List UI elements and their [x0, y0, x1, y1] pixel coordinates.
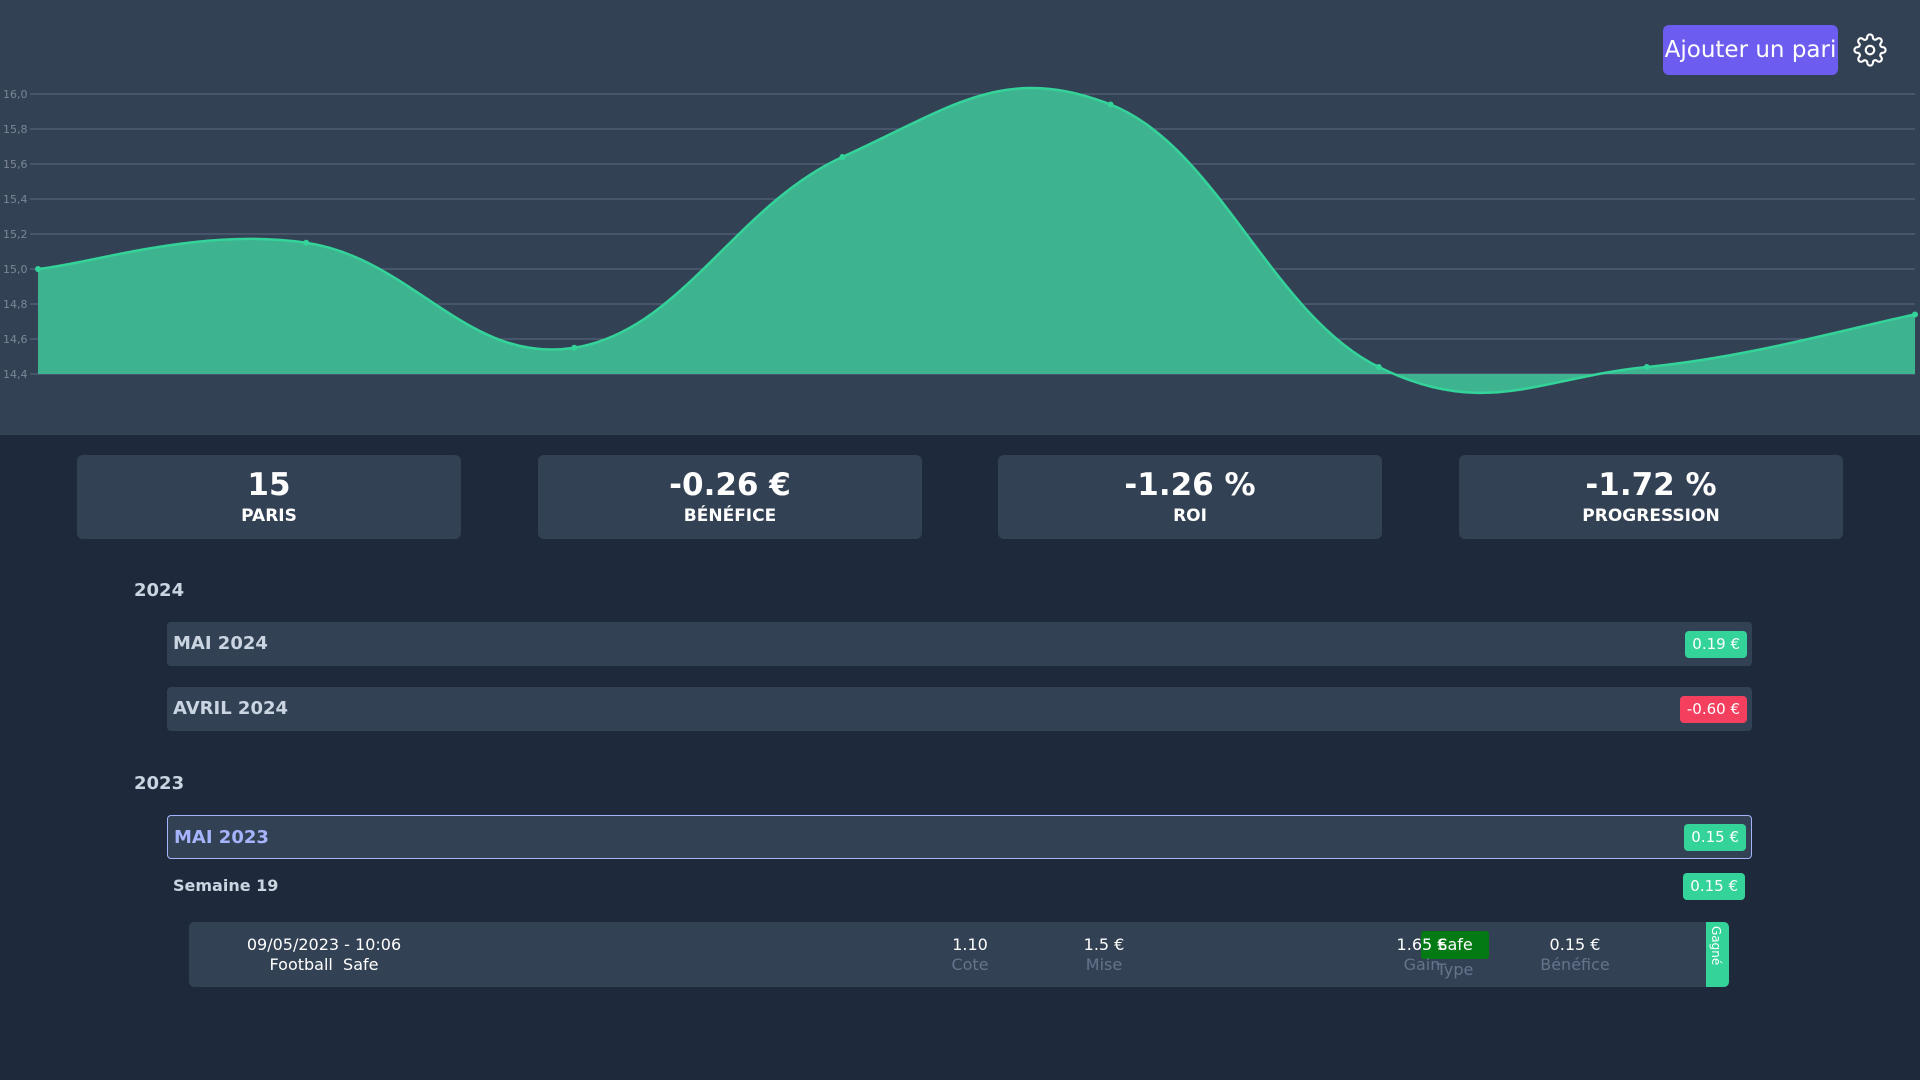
gear-icon	[1853, 33, 1887, 67]
y-tick-label: 16,0	[3, 88, 28, 101]
y-tick-label: 15,8	[3, 123, 28, 136]
add-bet-button[interactable]: Ajouter un pari	[1663, 25, 1838, 75]
week-label: Semaine 19	[173, 876, 279, 895]
month-row-mai-2024[interactable]: MAI 2024 0.19 €	[167, 622, 1752, 666]
month-label: AVRIL 2024	[173, 698, 289, 719]
bet-odds-label: Cote	[951, 955, 989, 974]
bet-stake-value: 1.5 €	[1083, 935, 1125, 954]
stat-card-roi: -1.26 % ROI	[998, 455, 1382, 539]
stat-card-bets: 15 PARIS	[77, 455, 461, 539]
bet-gain-value: 1.65 €	[1396, 935, 1448, 954]
week-profit-badge: 0.15 €	[1683, 873, 1745, 900]
y-tick-label: 14,6	[3, 333, 28, 346]
stat-label: PROGRESSION	[1582, 506, 1720, 526]
data-point[interactable]	[1912, 311, 1918, 318]
data-point[interactable]	[839, 154, 846, 160]
stat-label: ROI	[1173, 506, 1207, 526]
bet-odds-value: 1.10	[952, 935, 988, 954]
year-heading-2024: 2024	[134, 580, 185, 601]
bet-datetime: 09/05/2023 - 10:06	[246, 935, 402, 954]
y-tick-label: 15,0	[3, 263, 28, 276]
chart-panel: 16,0 15,8 15,6 15,4 15,2 15,0 14,8 14,6 14,4 Ajo…	[0, 0, 1920, 435]
bet-sport-category: Football Safe	[209, 955, 439, 974]
stat-value: -1.26 %	[1124, 467, 1256, 503]
stat-label: BÉNÉFICE	[683, 506, 777, 526]
y-tick-label: 15,6	[3, 158, 28, 171]
stat-label: PARIS	[241, 506, 297, 526]
y-tick-label: 14,8	[3, 298, 28, 311]
data-point[interactable]	[1107, 101, 1114, 108]
month-label: MAI 2023	[174, 827, 269, 848]
stat-value: 15	[247, 467, 291, 503]
month-profit-badge: 0.19 €	[1685, 631, 1747, 658]
y-tick-label: 15,4	[3, 193, 28, 206]
data-point[interactable]	[303, 239, 310, 246]
series-area	[38, 88, 1915, 393]
month-profit-badge: 0.15 €	[1684, 824, 1746, 851]
data-point[interactable]	[1643, 364, 1650, 370]
bet-category: Safe	[343, 955, 379, 974]
y-tick-label: 15,2	[3, 228, 28, 241]
balance-area-chart: 16,0 15,8 15,6 15,4 15,2 15,0 14,8 14,6 14,4	[3, 86, 1918, 395]
data-point[interactable]	[571, 344, 578, 351]
settings-button[interactable]	[1853, 33, 1887, 67]
stat-value: -1.72 %	[1585, 467, 1717, 503]
bet-sport: Football	[269, 955, 333, 974]
bet-status-tab: Gagné	[1706, 922, 1729, 987]
month-row-mai-2023[interactable]: MAI 2023 0.15 €	[167, 815, 1752, 859]
bet-profit-label: Bénéfice	[1540, 955, 1610, 974]
bet-stake-label: Mise	[1085, 955, 1123, 974]
bet-gain-label: Gain	[1403, 955, 1441, 974]
data-point[interactable]	[1375, 364, 1382, 370]
y-tick-label: 14,4	[3, 368, 28, 381]
year-heading-2023: 2023	[134, 773, 185, 794]
stat-value: -0.26 €	[669, 467, 791, 503]
stat-card-profit: -0.26 € BÉNÉFICE	[538, 455, 922, 539]
bet-card[interactable]: 09/05/2023 - 10:06 Football Safe 1.10 Co…	[189, 922, 1729, 987]
month-profit-badge: -0.60 €	[1679, 696, 1747, 723]
bet-status-label: Gagné	[1709, 926, 1723, 966]
stat-card-progression: -1.72 % PROGRESSION	[1459, 455, 1843, 539]
month-label: MAI 2024	[173, 633, 268, 654]
month-row-avril-2024[interactable]: AVRIL 2024 -0.60 €	[167, 687, 1752, 731]
bet-profit-value: 0.15 €	[1549, 935, 1601, 954]
data-point[interactable]	[35, 266, 41, 272]
